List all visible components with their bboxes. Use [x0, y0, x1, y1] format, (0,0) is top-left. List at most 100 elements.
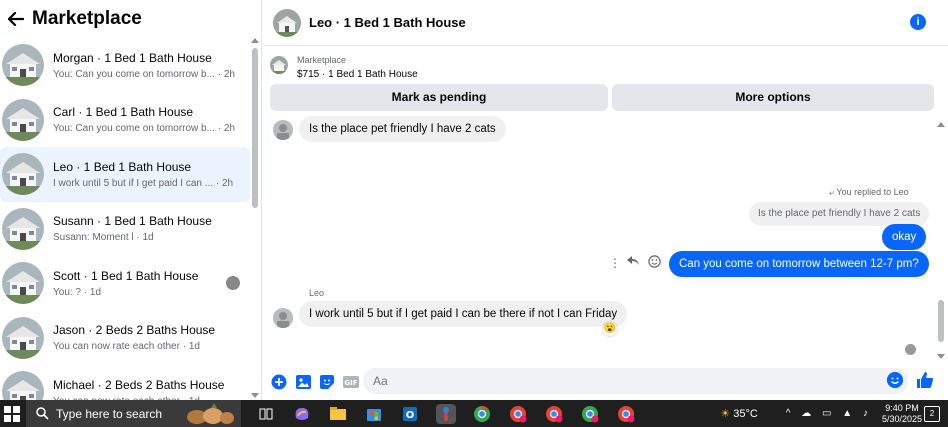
windows-taskbar: Type here to search O ☀ 35°C ^ ☁ ▭ ▲ ♪ 9… [0, 400, 948, 427]
chrome-profile-icon[interactable] [616, 404, 636, 424]
task-view-icon[interactable] [256, 404, 276, 424]
listing-description[interactable]: $715 · 1 Bed 1 Bath House [297, 69, 418, 80]
conversation-text: Carl · 1 Bed 1 Bath House You: Can you co… [53, 105, 238, 134]
scroll-up-icon[interactable] [251, 38, 259, 43]
conversation-preview: I work until 5 but if I get paid I can .… [53, 177, 234, 189]
reaction-emoji-icon[interactable]: 😮 [603, 322, 617, 336]
weather-icon: ☀ [720, 408, 731, 420]
weather-widget[interactable]: ☀ 35°C [720, 407, 758, 420]
conversation-text: Leo · 1 Bed 1 Bath House I work until 5 b… [53, 160, 238, 189]
conversation-item[interactable]: Scott · 1 Bed 1 Bath House You: ? · 1d [0, 256, 250, 311]
chrome-profile-icon[interactable] [544, 404, 564, 424]
back-arrow-icon[interactable] [6, 9, 26, 29]
conversation-item[interactable]: Susann · 1 Bed 1 Bath House Susann: Momen… [0, 202, 250, 257]
chat-avatar[interactable] [273, 8, 301, 37]
sidebar-title: Marketplace [32, 8, 142, 29]
sender-avatar[interactable] [273, 120, 293, 140]
chat-title[interactable]: Leo · 1 Bed 1 Bath House [309, 15, 466, 30]
conversation-item[interactable]: Morgan · 1 Bed 1 Bath House You: Can you … [0, 38, 250, 93]
outlook-icon[interactable]: O [400, 404, 420, 424]
chrome-icon[interactable] [472, 404, 492, 424]
quoted-message[interactable]: Is the place pet friendly I have 2 cats [749, 202, 930, 226]
taskbar-search[interactable]: Type here to search [26, 400, 241, 427]
conversation-title: Morgan · 1 Bed 1 Bath House [53, 50, 212, 65]
react-icon[interactable] [648, 255, 661, 271]
gif-icon[interactable]: GIF [343, 374, 359, 390]
messages-scrollbar[interactable] [936, 116, 946, 363]
more-options-button[interactable]: More options [612, 84, 934, 111]
copilot-icon[interactable] [292, 404, 312, 424]
mark-as-pending-button[interactable]: Mark as pending [270, 84, 608, 111]
conversation-sidebar: Marketplace Morgan · 1 Bed 1 Bath House Y… [0, 0, 262, 414]
more-actions-icon[interactable]: ⋮ [609, 256, 621, 270]
listing-thumbnail [2, 316, 44, 359]
conversation-text: Susann · 1 Bed 1 Bath House Susann: Momen… [53, 214, 238, 243]
reply-indicator-label: You replied to Leo [836, 187, 909, 197]
sidebar-scrollbar[interactable] [250, 38, 260, 400]
windows-start-icon[interactable] [4, 405, 20, 422]
outgoing-message[interactable]: Can you come on tomorrow between 12-7 pm… [669, 251, 929, 277]
marketplace-label: Marketplace [297, 55, 347, 65]
scrollbar-thumb[interactable] [938, 300, 944, 342]
listing-thumbnail [2, 98, 44, 141]
search-highlight-image [187, 403, 234, 424]
search-placeholder: Type here to search [56, 406, 163, 421]
sender-name: Leo [309, 288, 325, 298]
conversation-item[interactable]: Jason · 2 Beds 2 Baths House You can now … [0, 311, 250, 366]
file-explorer-icon[interactable] [328, 404, 348, 424]
reply-indicator: ⤶ You replied to Leo [829, 187, 909, 198]
conversation-title: Susann · 1 Bed 1 Bath House [53, 214, 212, 229]
photo-icon[interactable] [295, 374, 311, 390]
info-icon[interactable]: i [910, 14, 926, 30]
conversation-text: Scott · 1 Bed 1 Bath House You: ? · 1d [53, 269, 238, 298]
conversation-item[interactable]: Carl · 1 Bed 1 Bath House You: Can you co… [0, 93, 250, 148]
tray-icons[interactable]: ^ ☁ ▭ ▲ ♪ [786, 408, 872, 419]
notification-center-icon[interactable]: 2 [924, 406, 940, 422]
clock-time: 9:40 PM [885, 402, 919, 413]
microsoft-store-icon[interactable] [364, 404, 384, 424]
outgoing-message[interactable]: okay [882, 224, 927, 250]
temperature: 35°C [733, 408, 758, 420]
emoji-icon[interactable] [887, 372, 903, 388]
seen-avatar [905, 344, 916, 355]
conversation-preview: Susann: Moment l · 1d [53, 232, 154, 244]
scroll-down-icon[interactable] [937, 354, 945, 359]
scrollbar-thumb[interactable] [252, 48, 258, 208]
scroll-down-icon[interactable] [251, 393, 259, 398]
chat-panel: Leo · 1 Bed 1 Bath House i Marketplace $… [263, 0, 948, 400]
svg-text:O: O [406, 410, 415, 421]
conversation-text: Jason · 2 Beds 2 Baths House You can now … [53, 323, 238, 352]
participant-avatar-icon [226, 276, 240, 290]
chat-header: Leo · 1 Bed 1 Bath House i [263, 0, 948, 46]
incoming-message[interactable]: Is the place pet friendly I have 2 cats [299, 116, 506, 142]
conversation-title: Jason · 2 Beds 2 Baths House [53, 323, 216, 338]
system-tray: ☀ 35°C ^ ☁ ▭ ▲ ♪ 9:40 PM 5/30/2025 2 [720, 400, 948, 427]
sender-avatar[interactable] [273, 308, 293, 328]
chrome-profile-icon[interactable] [508, 404, 528, 424]
search-icon [36, 407, 49, 420]
scroll-up-icon[interactable] [937, 122, 945, 127]
sidebar-header: Marketplace [0, 0, 262, 38]
chrome-profile-icon[interactable] [580, 404, 600, 424]
app-root: Marketplace Morgan · 1 Bed 1 Bath House Y… [0, 0, 948, 427]
conversation-title: Michael · 2 Beds 2 Baths House [53, 377, 225, 392]
plus-icon[interactable] [271, 374, 287, 390]
like-icon[interactable] [916, 371, 934, 389]
conversation-list: Morgan · 1 Bed 1 Bath House You: Can you … [0, 38, 250, 420]
conversation-item[interactable]: Leo · 1 Bed 1 Bath House I work until 5 b… [0, 147, 250, 202]
message-input[interactable] [363, 368, 908, 394]
conversation-title: Leo · 1 Bed 1 Bath House [53, 159, 192, 174]
conversation-text: Morgan · 1 Bed 1 Bath House You: Can you … [53, 51, 238, 80]
taskbar-apps: O [248, 400, 644, 427]
message-composer: GIF [263, 363, 948, 400]
listing-thumbnail [2, 44, 44, 87]
conversation-title: Carl · 1 Bed 1 Bath House [53, 105, 194, 120]
listing-thumbnail [2, 262, 44, 305]
sticker-icon[interactable] [319, 374, 335, 390]
reply-icon: ⤶ [829, 187, 835, 197]
listing-thumbnail[interactable] [270, 56, 288, 74]
incoming-message[interactable]: I work until 5 but if I get paid I can b… [299, 301, 628, 327]
reply-arrow-icon[interactable] [627, 255, 639, 269]
app-icon-active[interactable] [436, 403, 456, 424]
clock[interactable]: 9:40 PM 5/30/2025 [882, 403, 922, 425]
